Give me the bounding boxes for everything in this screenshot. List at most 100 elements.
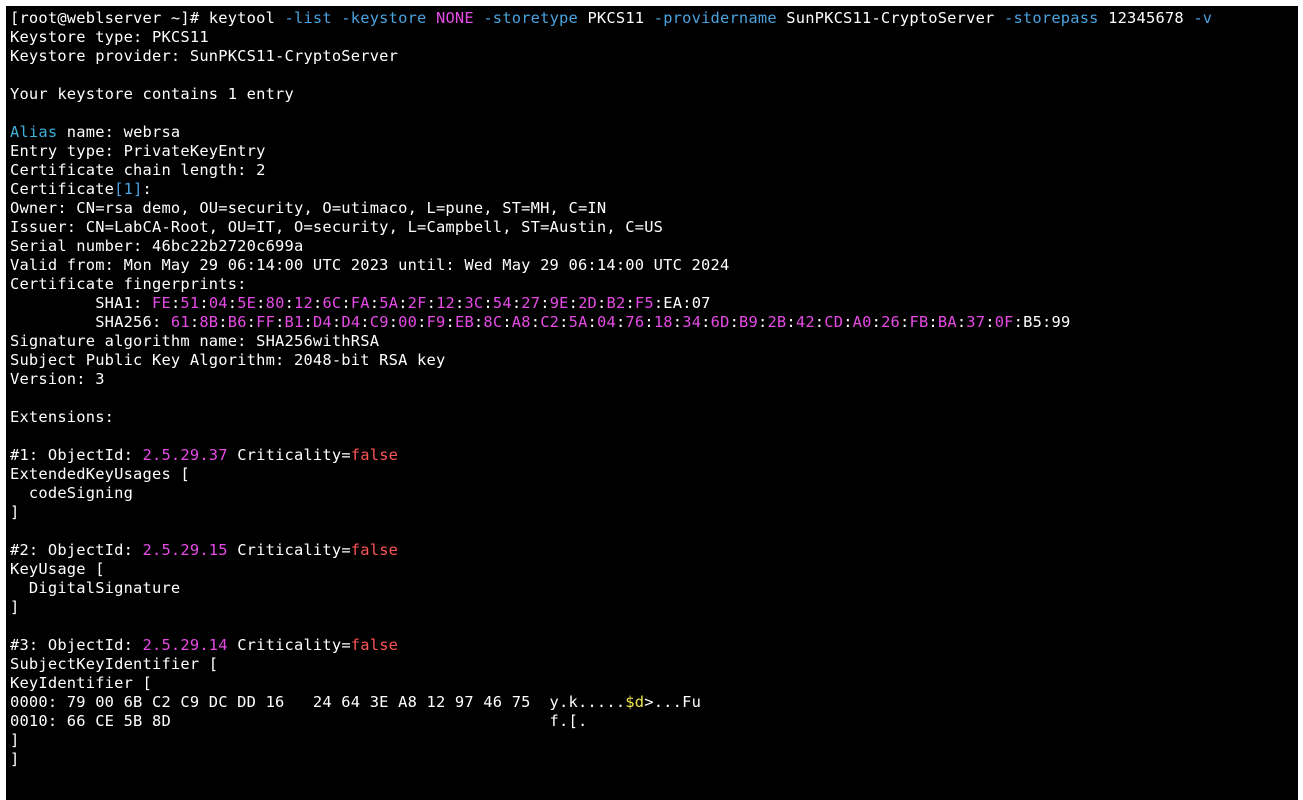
terminal-text: false xyxy=(350,636,399,654)
terminal-text: 26 xyxy=(881,313,901,331)
terminal-text: 6C xyxy=(322,294,342,312)
terminal-text: A0 xyxy=(852,313,872,331)
terminal-text: : xyxy=(956,313,967,331)
terminal-text: B6 xyxy=(227,313,247,331)
terminal-line: Certificate[1]: xyxy=(10,180,1298,199)
terminal-line: ExtendedKeyUsages [ xyxy=(10,465,1298,484)
terminal-line: SubjectKeyIdentifier [ xyxy=(10,655,1298,674)
terminal-line: 0010: 66 CE 5B 8D f.[. xyxy=(10,712,1298,731)
terminal-line: ] xyxy=(10,598,1298,617)
terminal-text: KeyUsage [ xyxy=(10,560,105,578)
terminal-text: 0010: 66 CE 5B 8D f.[. xyxy=(10,712,588,730)
terminal-text: 0000: 79 00 6B C2 C9 DC DD 16 24 64 3E A… xyxy=(10,693,626,711)
terminal-text: 2D xyxy=(578,294,598,312)
terminal-text: : xyxy=(473,313,484,331)
terminal-text: [root@weblserver ~]# keytool xyxy=(10,9,285,27)
terminal-text: : xyxy=(511,294,522,312)
terminal-line: Extensions: xyxy=(10,408,1298,427)
terminal-line: Signature algorithm name: SHA256withRSA xyxy=(10,332,1298,351)
terminal-text: Criticality= xyxy=(227,541,351,559)
terminal-text: 27 xyxy=(521,294,541,312)
terminal-text: ] xyxy=(10,731,20,749)
terminal-line: Keystore type: PKCS11 xyxy=(10,28,1298,47)
terminal-text: EB xyxy=(454,313,474,331)
terminal-text: Subject Public Key Algorithm: 2048-bit R… xyxy=(10,351,446,369)
terminal-line: Keystore provider: SunPKCS11-CryptoServe… xyxy=(10,47,1298,66)
terminal-text: : xyxy=(843,313,853,331)
terminal-text: Serial number: 46bc22b2720c699a xyxy=(10,237,304,255)
terminal-text: : xyxy=(502,313,512,331)
terminal-text: 42 xyxy=(795,313,815,331)
terminal-text: ] xyxy=(10,598,20,616)
terminal-text: : xyxy=(483,294,493,312)
terminal-text: SubjectKeyIdentifier [ xyxy=(10,655,219,673)
terminal-text: : xyxy=(218,313,228,331)
terminal-text: Certificate xyxy=(10,180,115,198)
terminal-text: -storetype xyxy=(483,9,588,27)
terminal-text: 8C xyxy=(483,313,503,331)
terminal-text: : xyxy=(871,313,882,331)
terminal-text: Certificate chain length: 2 xyxy=(10,161,266,179)
terminal-text: 2F xyxy=(407,294,427,312)
terminal-line: #1: ObjectId: 2.5.29.37 Criticality=fals… xyxy=(10,446,1298,465)
terminal-text: : xyxy=(426,294,437,312)
terminal-text: : xyxy=(341,294,351,312)
terminal-line: Serial number: 46bc22b2720c699a xyxy=(10,237,1298,256)
terminal-text: : xyxy=(398,294,408,312)
terminal-text: B1 xyxy=(284,313,304,331)
terminal-text: 80 xyxy=(265,294,285,312)
terminal-text: Your keystore contains 1 entry xyxy=(10,85,294,103)
terminal-text: [1] xyxy=(114,180,143,198)
terminal-text: C9 xyxy=(369,313,389,331)
terminal-text: 76 xyxy=(625,313,645,331)
terminal-text: 6D xyxy=(710,313,730,331)
terminal-line: Your keystore contains 1 entry xyxy=(10,85,1298,104)
terminal-text: : xyxy=(729,313,740,331)
terminal-line: Entry type: PrivateKeyEntry xyxy=(10,142,1298,161)
terminal-text: : xyxy=(701,313,711,331)
terminal-text: PKCS11 xyxy=(587,9,654,27)
terminal-text: : xyxy=(256,294,266,312)
terminal-text: ] xyxy=(10,750,20,768)
terminal-text: SHA256: xyxy=(10,313,171,331)
terminal-text: : xyxy=(189,313,200,331)
terminal-text: D4 xyxy=(341,313,361,331)
terminal-text: #1: ObjectId: xyxy=(10,446,143,464)
terminal-text: : xyxy=(142,180,153,198)
terminal-text: Certificate fingerprints: xyxy=(10,275,247,293)
terminal-output[interactable]: [root@weblserver ~]# keytool -list -keys… xyxy=(6,6,1298,800)
terminal-text: : xyxy=(388,313,399,331)
terminal-text: -storepass xyxy=(1003,9,1109,27)
terminal-text: : xyxy=(417,313,427,331)
terminal-text: name: webrsa xyxy=(57,123,181,141)
terminal-text: Owner: CN=rsa demo, OU=security, O=utima… xyxy=(10,199,607,217)
terminal-text: ExtendedKeyUsages [ xyxy=(10,465,190,483)
terminal-text: SunPKCS11-CryptoServer xyxy=(786,9,1004,27)
terminal-text: : xyxy=(445,313,455,331)
terminal-text: : xyxy=(559,313,569,331)
terminal-text: : xyxy=(672,313,683,331)
terminal-text: 9E xyxy=(549,294,569,312)
terminal-text: : xyxy=(170,294,181,312)
terminal-text: 12 xyxy=(436,294,455,312)
terminal-text: 0F xyxy=(994,313,1014,331)
terminal-text: FB xyxy=(909,313,929,331)
terminal-text: Keystore type: PKCS11 xyxy=(10,28,209,46)
terminal-text: FF xyxy=(256,313,276,331)
terminal-text: : xyxy=(597,294,607,312)
terminal-text: B2 xyxy=(606,294,626,312)
terminal-text: false xyxy=(350,541,399,559)
terminal-text: Keystore provider: SunPKCS11-CryptoServe… xyxy=(10,47,399,65)
terminal-text: 12345678 xyxy=(1108,9,1194,27)
terminal-text: : xyxy=(284,294,295,312)
terminal-text: 2.5.29.37 xyxy=(142,446,228,464)
terminal-text: 51 xyxy=(180,294,200,312)
terminal-line: ] xyxy=(10,750,1298,769)
terminal-text: A8 xyxy=(511,313,531,331)
terminal-text: D4 xyxy=(312,313,332,331)
terminal-text: : xyxy=(928,313,938,331)
terminal-text: #3: ObjectId: xyxy=(10,636,143,654)
terminal-text: : xyxy=(786,313,796,331)
